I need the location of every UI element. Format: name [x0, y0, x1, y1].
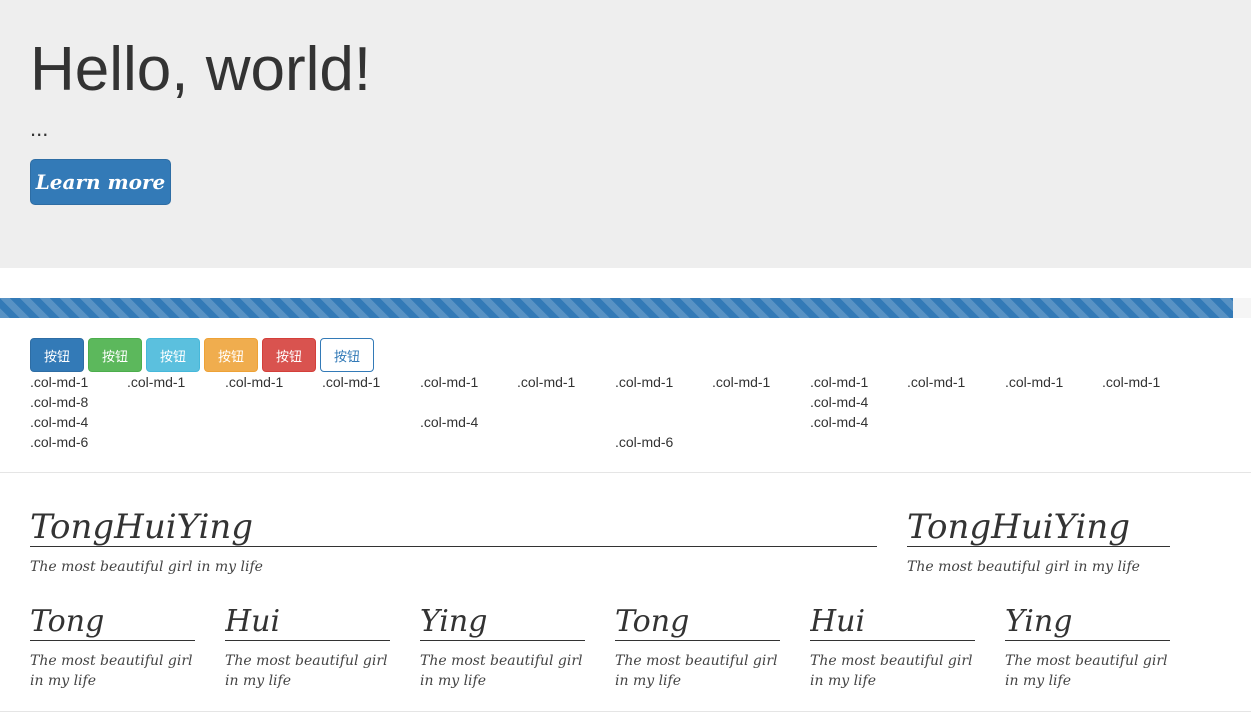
- profile-caption: The most beautiful girl in my life: [30, 559, 263, 575]
- jumbotron: Hello, world! ... Learn more: [0, 0, 1251, 268]
- grid-col-md-1: .col-md-1: [517, 374, 576, 390]
- grid-col-md-1: .col-md-1: [420, 374, 479, 390]
- profile-heading: Tong: [615, 604, 780, 641]
- progress-bar-fill: [0, 298, 1234, 318]
- grid-col-md-1: .col-md-1: [127, 374, 186, 390]
- profile-heading: Hui: [810, 604, 975, 641]
- profile-caption: The most beautiful girl in my life: [1005, 653, 1168, 689]
- grid-col-md-1: .col-md-1: [1102, 374, 1161, 390]
- grid-col-md-1: .col-md-1: [225, 374, 284, 390]
- learn-more-button[interactable]: Learn more: [30, 159, 171, 205]
- profile-caption: The most beautiful girl in my life: [30, 653, 193, 689]
- grid-col-md-6: .col-md-6: [615, 434, 674, 450]
- progress-bar-track: [0, 298, 1251, 318]
- grid-col-md-8: .col-md-8: [30, 394, 89, 410]
- grid-col-md-4: .col-md-4: [810, 414, 869, 430]
- grid-col-md-4: .col-md-4: [810, 394, 869, 410]
- jumbotron-title: Hello, world!: [30, 35, 372, 104]
- grid-col-md-1: .col-md-1: [322, 374, 381, 390]
- profile-heading: Tong: [30, 604, 195, 641]
- jumbotron-text: ...: [30, 116, 49, 141]
- grid-col-md-1: .col-md-1: [30, 374, 89, 390]
- profile-heading: TongHuiYing: [907, 507, 1170, 547]
- grid-col-md-1: .col-md-1: [1005, 374, 1064, 390]
- outline-button[interactable]: 按钮: [320, 338, 374, 372]
- profile-caption: The most beautiful girl in my life: [615, 653, 778, 689]
- primary-button[interactable]: 按钮: [30, 338, 84, 372]
- grid-col-md-4: .col-md-4: [420, 414, 479, 430]
- grid-col-md-4: .col-md-4: [30, 414, 89, 430]
- profile-heading: Ying: [1005, 604, 1170, 641]
- profile-heading: TongHuiYing: [30, 507, 877, 547]
- warning-button[interactable]: 按钮: [204, 338, 258, 372]
- grid-col-md-1: .col-md-1: [712, 374, 771, 390]
- profile-heading: Hui: [225, 604, 390, 641]
- profile-caption: The most beautiful girl in my life: [907, 559, 1140, 575]
- grid-col-md-6: .col-md-6: [30, 434, 89, 450]
- profile-caption: The most beautiful girl in my life: [810, 653, 973, 689]
- info-button[interactable]: 按钮: [146, 338, 200, 372]
- grid-col-md-1: .col-md-1: [810, 374, 869, 390]
- grid-col-md-1: .col-md-1: [907, 374, 966, 390]
- success-button[interactable]: 按钮: [88, 338, 142, 372]
- profile-heading: Ying: [420, 604, 585, 641]
- grid-col-md-1: .col-md-1: [615, 374, 674, 390]
- profile-caption: The most beautiful girl in my life: [420, 653, 583, 689]
- section-divider: [0, 472, 1251, 473]
- footer-divider: [0, 711, 1251, 712]
- danger-button[interactable]: 按钮: [262, 338, 316, 372]
- profile-caption: The most beautiful girl in my life: [225, 653, 388, 689]
